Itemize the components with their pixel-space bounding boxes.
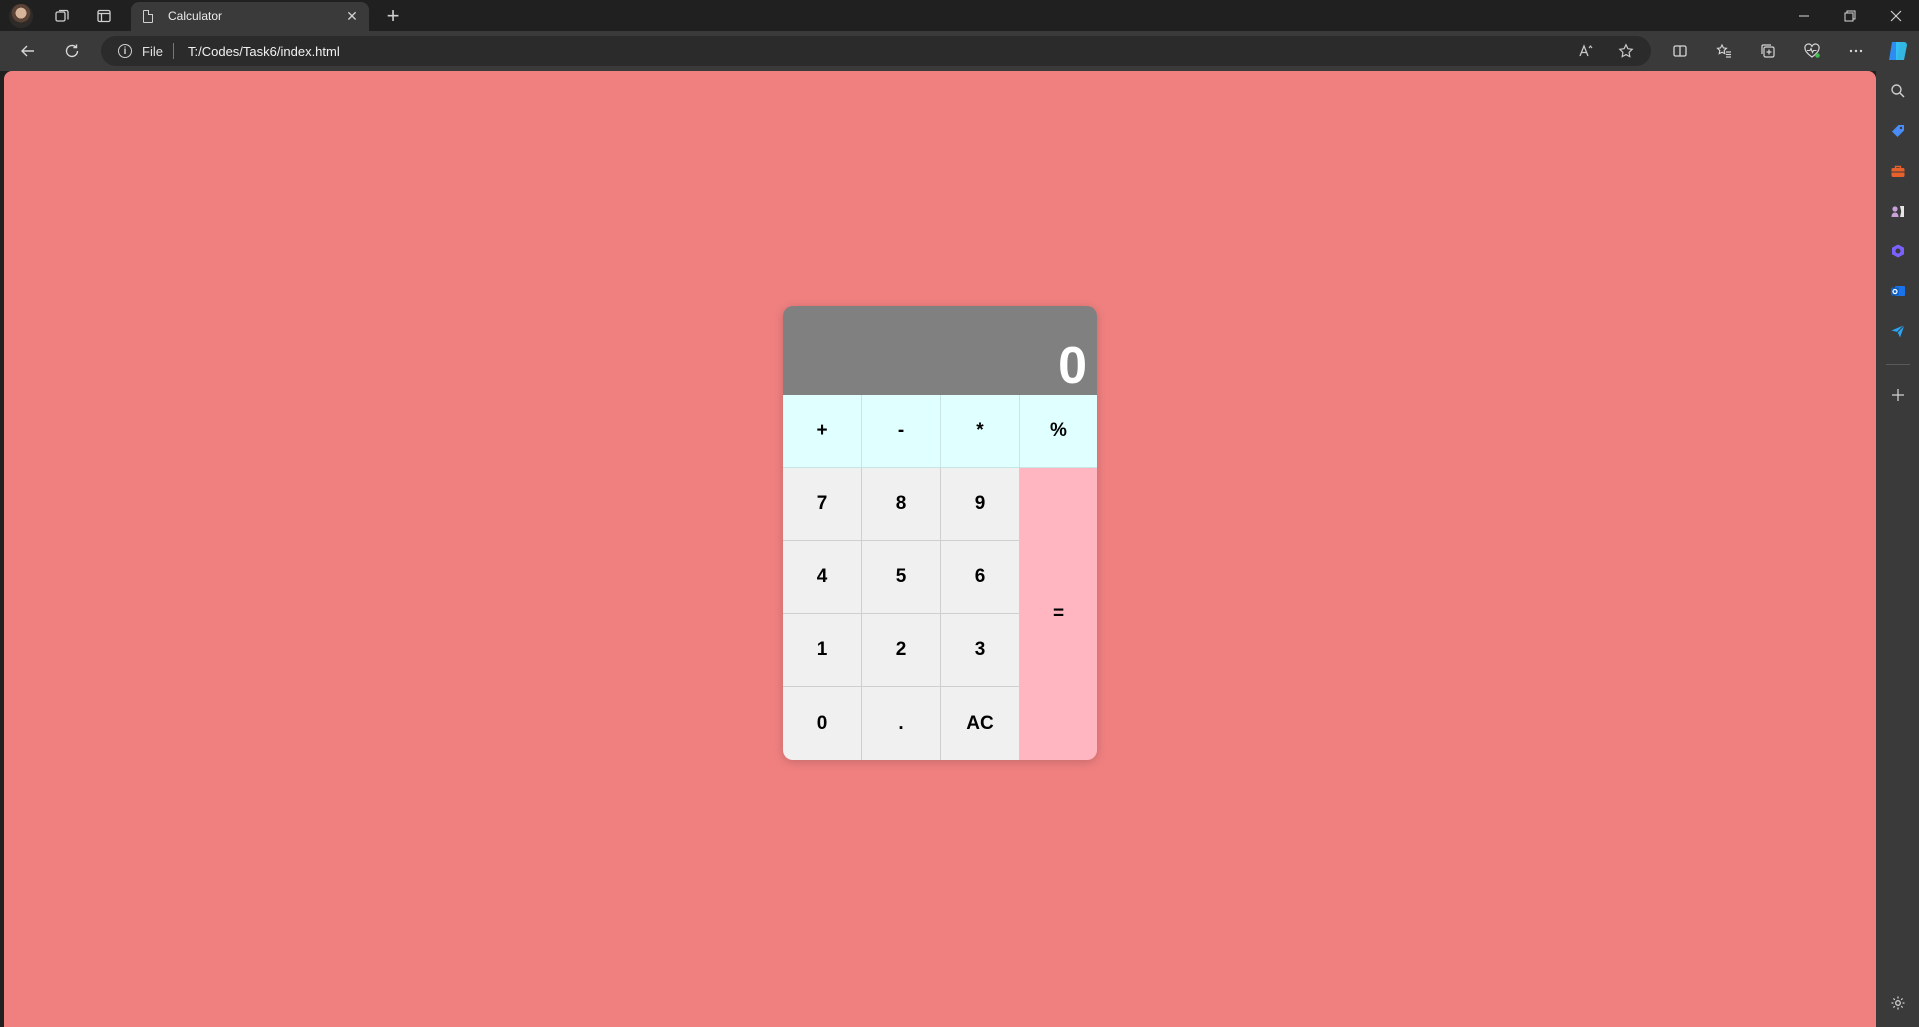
- shopping-tag-icon[interactable]: [1886, 119, 1910, 143]
- close-window-button[interactable]: [1874, 0, 1918, 31]
- settings-gear-icon[interactable]: [1886, 991, 1910, 1015]
- refresh-button[interactable]: [58, 37, 86, 65]
- copilot-icon[interactable]: [1883, 36, 1913, 66]
- scheme-label[interactable]: File: [142, 44, 163, 59]
- search-icon[interactable]: [1886, 79, 1910, 103]
- split-screen-icon[interactable]: [1666, 37, 1694, 65]
- add-sidebar-app-icon[interactable]: [1886, 383, 1910, 407]
- browser-essentials-icon[interactable]: [1798, 37, 1826, 65]
- favorites-icon[interactable]: [1710, 37, 1738, 65]
- tab-close-button[interactable]: ✕: [343, 7, 361, 25]
- new-tab-button[interactable]: +: [381, 3, 405, 28]
- browser-toolbar: i File T:/Codes/Task6/index.html: [0, 31, 1919, 71]
- calculator: 0 + - * % 7 8 9 4 5 6 1 2 3 0 . AC =: [783, 306, 1097, 760]
- page-viewport: 0 + - * % 7 8 9 4 5 6 1 2 3 0 . AC =: [4, 71, 1876, 1027]
- sidebar-divider: [1886, 364, 1910, 365]
- calculator-keypad: + - * % 7 8 9 4 5 6 1 2 3 0 . AC =: [783, 395, 1097, 760]
- microsoft-365-icon[interactable]: [1886, 239, 1910, 263]
- digit-0-button[interactable]: 0: [783, 687, 862, 760]
- digit-1-button[interactable]: 1: [783, 614, 862, 687]
- all-clear-button[interactable]: AC: [941, 687, 1020, 760]
- send-icon[interactable]: [1886, 319, 1910, 343]
- back-button[interactable]: [14, 37, 42, 65]
- address-separator: [173, 43, 174, 59]
- games-icon[interactable]: [1886, 199, 1910, 223]
- url-text[interactable]: T:/Codes/Task6/index.html: [188, 44, 340, 59]
- digit-2-button[interactable]: 2: [862, 614, 941, 687]
- restore-button[interactable]: [1828, 0, 1872, 31]
- digit-4-button[interactable]: 4: [783, 541, 862, 614]
- equals-button[interactable]: =: [1020, 468, 1097, 760]
- document-icon: [143, 10, 153, 23]
- outlook-icon[interactable]: [1886, 279, 1910, 303]
- tab-title: Calculator: [168, 9, 223, 23]
- display-value: 0: [1058, 337, 1087, 395]
- digit-9-button[interactable]: 9: [941, 468, 1020, 541]
- tab-calculator[interactable]: Calculator ✕: [131, 2, 369, 31]
- digit-5-button[interactable]: 5: [862, 541, 941, 614]
- edge-sidebar: [1876, 71, 1919, 1027]
- collections-icon[interactable]: [1754, 37, 1782, 65]
- tab-strip: Calculator ✕ +: [0, 0, 1919, 31]
- digit-8-button[interactable]: 8: [862, 468, 941, 541]
- multiply-button[interactable]: *: [941, 395, 1020, 468]
- minimize-button[interactable]: [1782, 0, 1826, 31]
- info-icon[interactable]: i: [118, 44, 132, 58]
- address-bar[interactable]: i File T:/Codes/Task6/index.html: [101, 36, 1651, 66]
- tools-icon[interactable]: [1886, 159, 1910, 183]
- percent-button[interactable]: %: [1020, 395, 1097, 468]
- digit-6-button[interactable]: 6: [941, 541, 1020, 614]
- digit-7-button[interactable]: 7: [783, 468, 862, 541]
- decimal-point-button[interactable]: .: [862, 687, 941, 760]
- read-aloud-icon[interactable]: [1575, 40, 1597, 62]
- calculator-display: 0: [783, 306, 1097, 395]
- digit-3-button[interactable]: 3: [941, 614, 1020, 687]
- add-button[interactable]: +: [783, 395, 862, 468]
- more-options-icon[interactable]: [1842, 37, 1870, 65]
- subtract-button[interactable]: -: [862, 395, 941, 468]
- tab-actions-icon[interactable]: [92, 4, 116, 28]
- favorite-star-icon[interactable]: [1615, 40, 1637, 62]
- workspaces-icon[interactable]: [50, 4, 74, 28]
- profile-avatar[interactable]: [9, 4, 33, 28]
